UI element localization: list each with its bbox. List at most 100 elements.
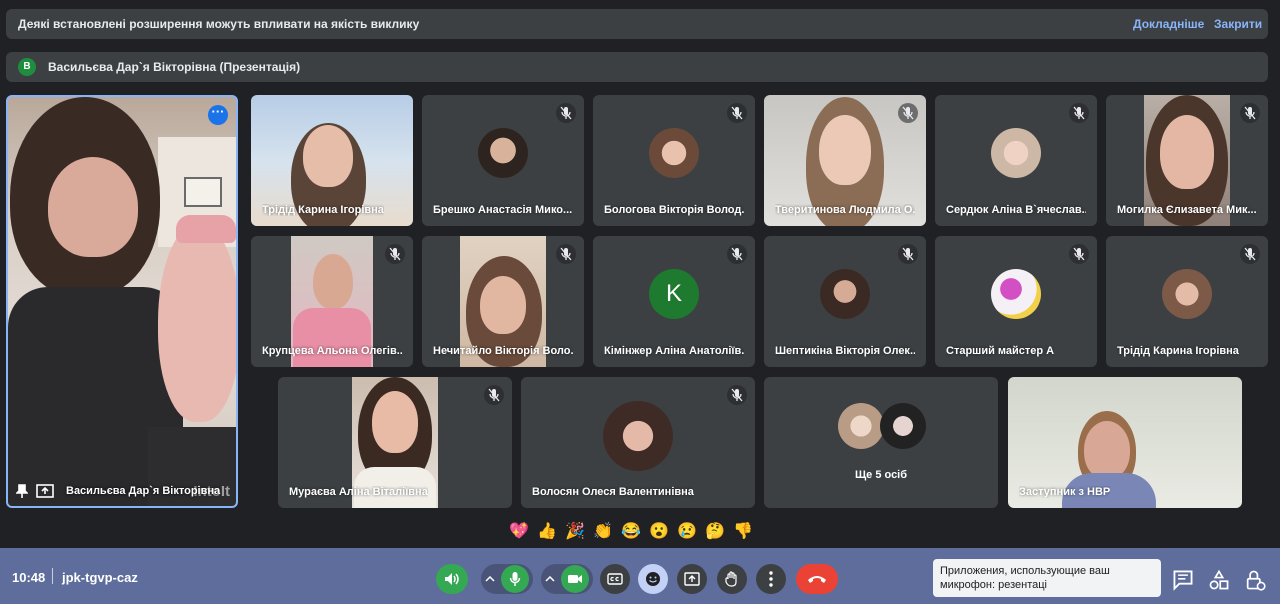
microphone-apps-tooltip: Приложения, использующие ваш микрофон: р… <box>933 559 1161 597</box>
mic-off-icon <box>1240 244 1260 264</box>
participant-name: Шептикіна Вікторія Олек... <box>775 345 915 357</box>
mic-off-icon <box>385 244 405 264</box>
raise-hand-button[interactable] <box>717 564 747 594</box>
participant-tile[interactable]: Старший майстер А <box>935 236 1097 367</box>
participant-tile[interactable]: Тверитинова Людмила О... <box>764 95 926 226</box>
speaker-icon <box>445 573 459 585</box>
clock: 10:48 <box>12 570 46 585</box>
participant-tile[interactable]: Трідід Карина Ігорівна <box>1106 236 1268 367</box>
reaction-clap-icon[interactable]: 👏 <box>589 520 617 544</box>
participant-avatar <box>603 400 673 471</box>
headband-shape <box>176 215 236 243</box>
mic-icon <box>509 572 521 586</box>
featured-presentation-tile[interactable]: ··· IntoIt Васильєва Дар`я Вікторівна <box>6 95 238 508</box>
reaction-thinking-icon[interactable]: 🤔 <box>701 520 729 544</box>
model-face-shape <box>158 222 236 422</box>
participant-tile[interactable]: Могилка Єлизавета Мик... <box>1106 95 1268 226</box>
reaction-thumbs-up-icon[interactable]: 👍 <box>533 520 561 544</box>
close-link[interactable]: Закрити <box>1214 17 1262 31</box>
presentation-bar[interactable]: В Васильєва Дар`я Вікторівна (Презентаці… <box>6 52 1268 82</box>
camera-button[interactable] <box>561 565 589 593</box>
mic-group[interactable] <box>481 564 533 594</box>
chat-icon[interactable] <box>1172 569 1194 591</box>
camera-icon <box>568 575 582 583</box>
more-participants-label: Ще 5 осіб <box>854 469 908 481</box>
participant-avatar <box>838 403 884 449</box>
mic-button[interactable] <box>501 565 529 593</box>
camera-group[interactable] <box>541 564 593 594</box>
chevron-up-icon[interactable] <box>485 576 495 582</box>
face-shape <box>1160 115 1214 189</box>
speaker-button[interactable] <box>436 564 468 594</box>
mic-off-icon <box>898 244 918 264</box>
mic-off-icon <box>556 244 576 264</box>
participant-tile[interactable]: Бологова Вікторія Волод... <box>593 95 755 226</box>
participant-avatar <box>649 127 699 178</box>
mic-off-icon <box>556 103 576 123</box>
face-shape <box>48 157 138 257</box>
face-shape <box>1084 421 1130 479</box>
more-options-icon[interactable]: ··· <box>208 105 228 125</box>
reactions-button[interactable] <box>638 564 668 594</box>
participant-tile[interactable]: Брешко Анастасія Мико... <box>422 95 584 226</box>
details-link[interactable]: Докладніше <box>1133 17 1204 31</box>
mic-off-icon <box>1069 244 1089 264</box>
presenter-avatar: В <box>18 58 36 76</box>
participant-avatar <box>1162 268 1212 319</box>
participant-name: Заступник з НВР <box>1019 486 1111 498</box>
participant-name: Трідід Карина Ігорівна <box>262 204 384 216</box>
participant-name: Тверитинова Людмила О... <box>775 204 915 216</box>
pin-icon[interactable] <box>16 484 28 498</box>
participant-name: Могилка Єлизавета Мик... <box>1117 204 1257 216</box>
participant-tile[interactable]: Мураєва Аліна Віталіївна <box>278 377 512 508</box>
reaction-surprised-icon[interactable]: 😮 <box>645 520 673 544</box>
more-participants-tile[interactable]: Ще 5 осіб <box>764 377 998 508</box>
captions-icon <box>607 573 623 585</box>
shirt-shape <box>293 308 371 367</box>
participant-name: Волосян Олеся Валентинівна <box>532 486 694 498</box>
divider <box>52 568 53 584</box>
reaction-cry-icon[interactable]: 😢 <box>673 520 701 544</box>
face-shape <box>313 254 353 309</box>
presentation-title: Васильєва Дар`я Вікторівна (Презентація) <box>48 60 301 74</box>
participant-avatar: K <box>649 268 699 319</box>
participant-tile[interactable]: Заступник з НВР <box>1008 377 1242 508</box>
extensions-warning-banner: Деякі встановлені розширення можуть впли… <box>6 9 1268 39</box>
mic-off-icon <box>898 103 918 123</box>
participant-tile[interactable]: Шептикіна Вікторія Олек... <box>764 236 926 367</box>
participant-tile[interactable]: Нечитайло Вікторія Воло... <box>422 236 584 367</box>
meeting-code: jpk-tgvp-caz <box>62 570 138 585</box>
mic-off-icon <box>727 103 747 123</box>
mic-off-icon <box>1240 103 1260 123</box>
reaction-party-icon[interactable]: 🎉 <box>561 520 589 544</box>
present-button[interactable] <box>677 564 707 594</box>
face-shape <box>303 125 353 187</box>
host-controls-icon[interactable] <box>1244 569 1266 591</box>
mic-off-icon <box>727 244 747 264</box>
end-call-icon <box>808 576 826 583</box>
participant-tile[interactable]: Трідід Карина Ігорівна <box>251 95 413 226</box>
participant-name: Брешко Анастасія Мико... <box>433 204 573 216</box>
face-shape <box>372 391 418 453</box>
captions-button[interactable] <box>600 564 630 594</box>
participant-tile[interactable]: K Кімінжер Аліна Анатоліїв... <box>593 236 755 367</box>
reactions-bar: 💖 👍 🎉 👏 😂 😮 😢 🤔 👎 <box>505 520 775 544</box>
chevron-up-icon[interactable] <box>545 576 555 582</box>
reaction-thumbs-down-icon[interactable]: 👎 <box>729 520 757 544</box>
leave-call-button[interactable] <box>796 564 838 594</box>
participant-name: Трідід Карина Ігорівна <box>1117 345 1239 357</box>
more-vert-icon <box>769 571 773 587</box>
participant-name: Бологова Вікторія Волод... <box>604 204 744 216</box>
reaction-heart-icon[interactable]: 💖 <box>505 520 533 544</box>
reaction-laugh-icon[interactable]: 😂 <box>617 520 645 544</box>
participant-tile[interactable]: Сердюк Аліна В`ячеслав... <box>935 95 1097 226</box>
participant-avatar <box>991 127 1041 178</box>
participant-name: Мураєва Аліна Віталіївна <box>289 486 428 498</box>
participant-tile[interactable]: Волосян Олеся Валентинівна <box>521 377 755 508</box>
participant-tile[interactable]: Крупцева Альона Олегів... <box>251 236 413 367</box>
activities-icon[interactable] <box>1208 569 1230 591</box>
present-screen-icon[interactable] <box>36 484 54 498</box>
participant-avatar <box>478 127 528 178</box>
more-options-button[interactable] <box>756 564 786 594</box>
face-shape <box>819 115 871 185</box>
